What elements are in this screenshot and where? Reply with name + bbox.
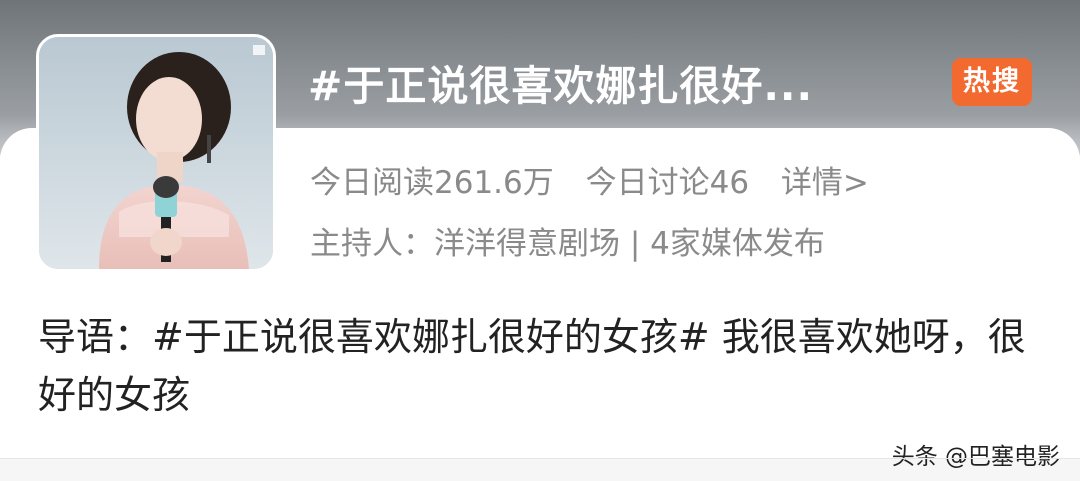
discussions-count: 今日讨论46 — [585, 165, 750, 201]
portrait-image — [39, 37, 273, 269]
topic-title[interactable]: #于正说很喜欢娜扎很好... — [308, 52, 928, 112]
topic-intro: 导语：#于正说很喜欢娜扎很好的女孩# 我很喜欢她呀，很好的女孩 — [38, 315, 1026, 417]
details-link[interactable]: 详情> — [781, 165, 869, 201]
hot-search-badge: 热搜 — [952, 58, 1032, 106]
reads-count: 今日阅读261.6万 — [310, 165, 554, 201]
topic-stats: 今日阅读261.6万 今日讨论46 详情> — [310, 157, 891, 202]
source-watermark: 头条 @巴塞电影 — [891, 444, 1060, 470]
divider — [0, 458, 1080, 459]
topic-thumbnail[interactable] — [36, 34, 276, 272]
host-info[interactable]: 主持人：洋洋得意剧场 | 4家媒体发布 — [310, 218, 825, 263]
